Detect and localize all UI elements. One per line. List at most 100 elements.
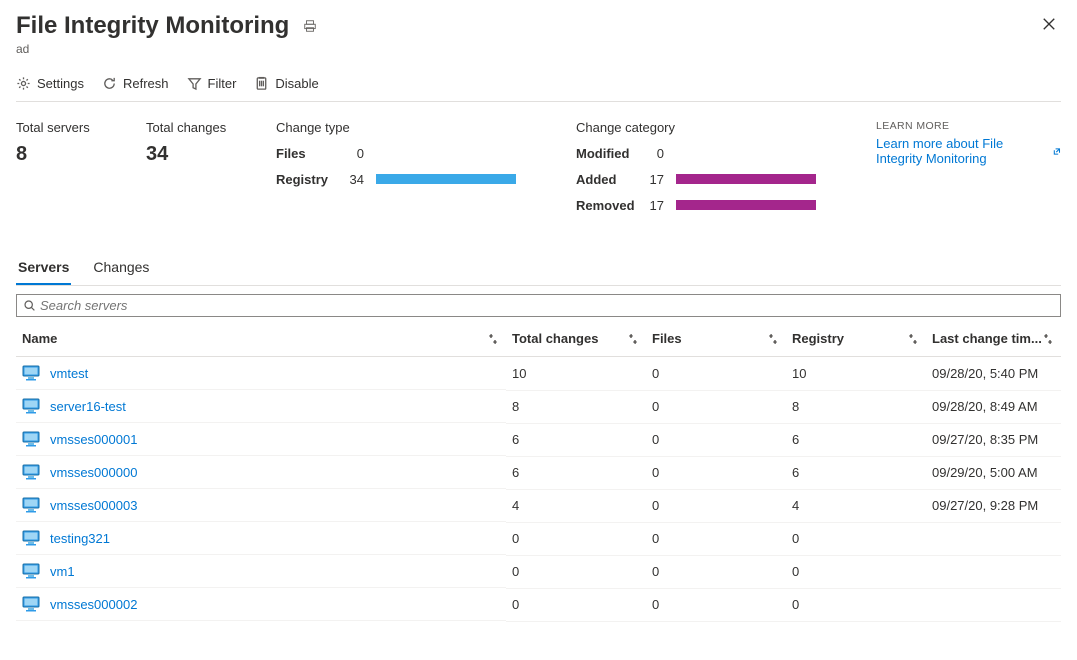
total-changes-value: 34 [146,143,236,166]
servers-table: Name Total changes Files Registry Last c… [16,321,1061,622]
table-row: testing321000 [16,522,1061,555]
close-button[interactable] [1037,12,1061,36]
page-subtitle: ad [16,42,1037,56]
cell-total: 4 [506,489,646,522]
server-link[interactable]: vmtest [50,366,88,381]
search-icon [23,299,36,312]
change-category-label: Change category [576,120,836,135]
search-input[interactable] [40,298,1054,313]
cell-registry: 8 [786,390,926,423]
col-total-changes[interactable]: Total changes [506,321,646,357]
search-wrapper[interactable] [16,294,1061,317]
cell-registry: 6 [786,423,926,456]
cell-files: 0 [646,522,786,555]
cell-last: 09/28/20, 5:40 PM [926,357,1061,391]
cell-total: 6 [506,456,646,489]
cell-last [926,555,1061,588]
server-link[interactable]: vm1 [50,564,75,579]
cell-last [926,522,1061,555]
cell-files: 0 [646,489,786,522]
cell-registry: 0 [786,522,926,555]
removed-value: 17 [646,198,676,213]
cell-total: 0 [506,555,646,588]
table-row: vmsses000002000 [16,588,1061,621]
table-row: server16-test80809/28/20, 8:49 AM [16,390,1061,423]
cell-files: 0 [646,588,786,621]
registry-label: Registry [276,172,346,187]
learn-more-heading: LEARN MORE [876,120,1061,132]
removed-label: Removed [576,198,646,213]
table-row: vmsses00000340409/27/20, 9:28 PM [16,489,1061,522]
external-link-icon [1053,146,1061,157]
server-link[interactable]: server16-test [50,399,126,414]
cell-files: 0 [646,555,786,588]
change-type-label: Change type [276,120,536,135]
print-icon[interactable] [303,12,317,40]
cell-registry: 0 [786,588,926,621]
server-icon [22,563,40,579]
registry-value: 34 [346,172,376,187]
server-icon [22,530,40,546]
server-link[interactable]: vmsses000002 [50,597,137,612]
table-row: vmsses00000160609/27/20, 8:35 PM [16,423,1061,456]
disable-label: Disable [275,76,318,91]
server-icon [22,596,40,612]
server-link[interactable]: vmsses000001 [50,432,137,447]
refresh-label: Refresh [123,76,169,91]
refresh-button[interactable]: Refresh [102,76,169,91]
cell-registry: 10 [786,357,926,391]
col-name[interactable]: Name [16,321,506,357]
disable-button[interactable]: Disable [254,76,318,91]
cell-last [926,588,1061,621]
change-category-block: Change category Modified 0 Added 17 Remo… [576,120,836,223]
cell-total: 0 [506,588,646,621]
registry-bar [376,174,516,184]
cell-last: 09/27/20, 9:28 PM [926,489,1061,522]
server-link[interactable]: vmsses000003 [50,498,137,513]
server-icon [22,398,40,414]
table-row: vmtest1001009/28/20, 5:40 PM [16,357,1061,391]
modified-label: Modified [576,146,646,161]
table-row: vm1000 [16,555,1061,588]
server-icon [22,497,40,513]
filter-button[interactable]: Filter [187,76,237,91]
col-registry[interactable]: Registry [786,321,926,357]
cell-total: 10 [506,357,646,391]
cell-total: 0 [506,522,646,555]
settings-button[interactable]: Settings [16,76,84,91]
change-type-block: Change type Files 0 Registry 34 [276,120,536,223]
total-changes-label: Total changes [146,120,236,135]
settings-label: Settings [37,76,84,91]
cell-total: 6 [506,423,646,456]
cell-registry: 0 [786,555,926,588]
total-servers-value: 8 [16,143,106,166]
added-label: Added [576,172,646,187]
page-title: File Integrity Monitoring [16,12,289,40]
server-link[interactable]: testing321 [50,531,110,546]
col-last-change[interactable]: Last change tim... [926,321,1061,357]
filter-label: Filter [208,76,237,91]
cell-files: 0 [646,456,786,489]
cell-last: 09/29/20, 5:00 AM [926,456,1061,489]
tab-servers[interactable]: Servers [16,251,71,285]
cell-files: 0 [646,423,786,456]
cell-registry: 6 [786,456,926,489]
cell-files: 0 [646,357,786,391]
cell-last: 09/28/20, 8:49 AM [926,390,1061,423]
cell-registry: 4 [786,489,926,522]
table-row: vmsses00000060609/29/20, 5:00 AM [16,456,1061,489]
server-icon [22,365,40,381]
modified-value: 0 [646,146,676,161]
col-files[interactable]: Files [646,321,786,357]
toolbar: Settings Refresh Filter Disable [16,76,1061,102]
total-servers-label: Total servers [16,120,106,135]
learn-more-link[interactable]: Learn more about File Integrity Monitori… [876,136,1061,166]
added-bar [676,174,816,184]
cell-last: 09/27/20, 8:35 PM [926,423,1061,456]
files-label: Files [276,146,346,161]
tab-changes[interactable]: Changes [91,251,151,285]
cell-files: 0 [646,390,786,423]
server-link[interactable]: vmsses000000 [50,465,137,480]
removed-bar [676,200,816,210]
server-icon [22,464,40,480]
